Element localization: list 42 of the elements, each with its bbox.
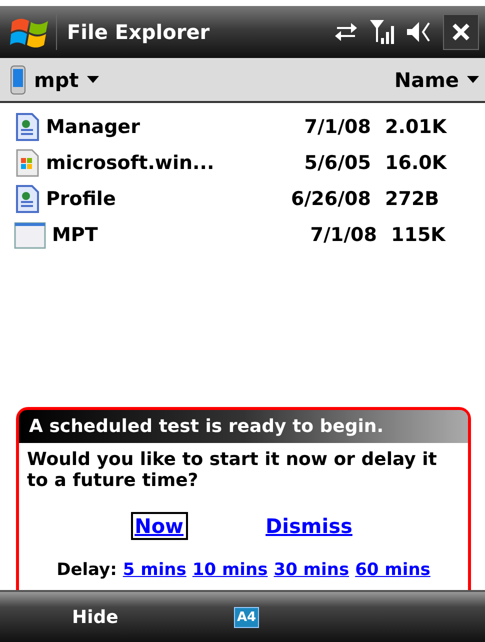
document-icon xyxy=(14,113,40,141)
file-size: 16.0K xyxy=(385,152,447,174)
device-icon xyxy=(10,64,26,94)
file-size: 272B xyxy=(385,188,440,210)
file-name: MPT xyxy=(52,224,99,246)
file-date: 5/6/05 xyxy=(303,152,371,174)
window-title: File Explorer xyxy=(67,20,211,44)
file-name: microsoft.win... xyxy=(46,152,216,174)
file-name: Profile xyxy=(46,188,117,210)
folder-dropdown[interactable]: mpt xyxy=(10,64,99,94)
signal-icon xyxy=(369,18,395,46)
delay-link[interactable]: 5 mins xyxy=(122,560,186,580)
blank-file-icon xyxy=(14,221,46,249)
file-date: 6/26/08 xyxy=(290,188,371,210)
caret-icon xyxy=(467,76,479,84)
delay-link[interactable]: 10 mins xyxy=(192,560,268,580)
file-date: 7/1/08 xyxy=(303,116,371,138)
file-row[interactable]: Manager 7/1/08 2.01K xyxy=(14,109,485,145)
close-icon xyxy=(451,22,471,42)
sort-dropdown[interactable]: Name xyxy=(394,68,479,92)
delay-link[interactable]: 30 mins xyxy=(274,560,350,580)
action-link[interactable]: Dismiss xyxy=(262,512,356,540)
caret-icon xyxy=(86,76,99,84)
file-date: 7/1/08 xyxy=(309,224,377,246)
notification-title: A scheduled test is ready to begin. xyxy=(19,410,468,443)
delay-link[interactable]: 60 mins xyxy=(355,560,430,580)
sync-arrows-icon xyxy=(333,20,359,44)
file-size: 2.01K xyxy=(385,116,447,138)
file-name: Manager xyxy=(46,116,141,138)
file-size: 115K xyxy=(391,224,446,246)
hide-softkey[interactable]: Hide xyxy=(0,606,200,628)
windows-flag-icon[interactable] xyxy=(10,14,57,50)
document-icon xyxy=(14,185,40,213)
file-row[interactable]: microsoft.win... 5/6/05 16.0K xyxy=(14,145,485,181)
action-link[interactable]: Now xyxy=(130,512,188,540)
file-row[interactable]: MPT 7/1/08 115K xyxy=(14,217,485,253)
app-file-icon xyxy=(14,149,40,177)
close-button[interactable] xyxy=(443,14,479,50)
notification-message: Would you like to start it now or delay it to a future time? xyxy=(26,448,438,494)
file-row[interactable]: Profile 6/26/08 272B xyxy=(14,181,485,217)
delay-label: Delay: xyxy=(56,560,117,580)
input-panel-button[interactable]: A4 xyxy=(234,606,260,628)
